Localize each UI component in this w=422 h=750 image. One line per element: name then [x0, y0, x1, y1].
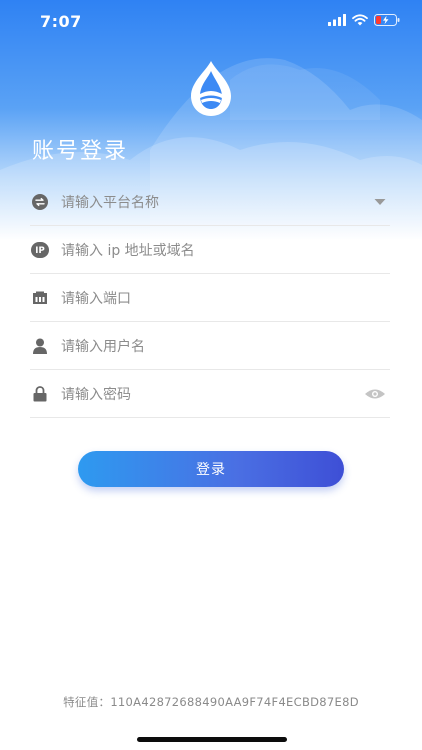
login-button[interactable]: 登录 — [78, 451, 344, 487]
port-icon — [31, 289, 49, 307]
platform-name-placeholder: 请输入平台名称 — [61, 194, 159, 211]
eye-icon[interactable] — [364, 388, 386, 400]
app-logo — [184, 58, 238, 118]
password-field[interactable]: 请输入密码 — [30, 370, 390, 418]
lock-icon — [31, 385, 49, 403]
page-title: 账号登录 — [32, 139, 129, 164]
login-form: 请输入平台名称 IP 请输入 ip 地址或域名 请输入端口 请输入用户名 请输入… — [30, 178, 390, 418]
platform-name-field[interactable]: 请输入平台名称 — [30, 178, 390, 226]
port-field[interactable]: 请输入端口 — [30, 274, 390, 322]
ip-icon: IP — [31, 241, 49, 259]
switch-icon — [31, 193, 49, 211]
feature-value: 110A42872688490AA9F74F4ECBD87E8D — [110, 695, 359, 709]
password-placeholder: 请输入密码 — [61, 386, 131, 403]
username-field[interactable]: 请输入用户名 — [30, 322, 390, 370]
ip-address-field[interactable]: IP 请输入 ip 地址或域名 — [30, 226, 390, 274]
svg-text:IP: IP — [35, 246, 44, 256]
battery-charging-icon — [374, 14, 400, 26]
dropdown-arrow-icon[interactable] — [374, 198, 386, 206]
feature-label: 特征值： — [63, 695, 111, 709]
feature-code: 特征值：110A42872688490AA9F74F4ECBD87E8D — [0, 694, 422, 710]
user-icon — [31, 337, 49, 355]
username-placeholder: 请输入用户名 — [61, 338, 145, 355]
status-bar: 7:07 — [0, 0, 422, 44]
signal-icon — [328, 14, 346, 26]
wifi-icon — [352, 14, 368, 26]
ip-address-placeholder: 请输入 ip 地址或域名 — [61, 242, 195, 259]
status-time: 7:07 — [40, 12, 82, 31]
home-indicator — [137, 737, 287, 742]
port-placeholder: 请输入端口 — [61, 290, 131, 307]
